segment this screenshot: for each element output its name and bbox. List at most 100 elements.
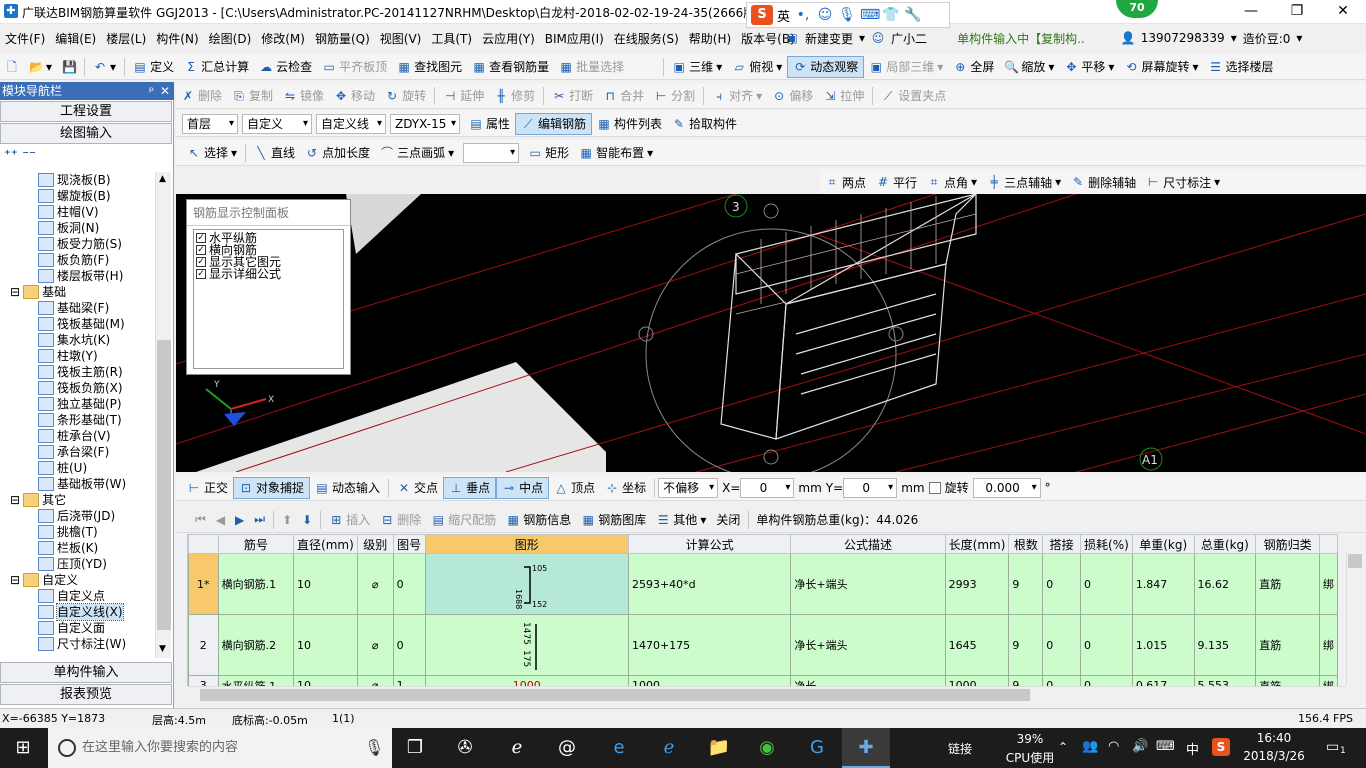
tree-item[interactable]: 承台梁(F) <box>2 444 154 460</box>
col-total[interactable]: 总重(kg) <box>1193 534 1257 554</box>
project-settings-button[interactable]: 工程设置 <box>0 101 172 122</box>
punctuation-icon[interactable]: •, <box>794 6 812 24</box>
select-button[interactable]: ↖ 选择 ▾ <box>182 142 242 164</box>
clock-time[interactable]: 16:40 <box>1242 731 1306 745</box>
scroll-down-icon[interactable]: ▼ <box>159 644 166 654</box>
tree-scrollbar[interactable]: ▲ ▼ <box>155 172 171 658</box>
move-down-button[interactable]: ⬇ <box>297 509 317 531</box>
rotate-checkbox[interactable] <box>928 481 941 494</box>
open-button[interactable]: 📂 ▾ <box>24 56 57 78</box>
prev-button[interactable]: ◀ <box>211 509 230 531</box>
col-count[interactable]: 根数 <box>1008 534 1044 554</box>
green-app-icon[interactable]: ◉ <box>754 736 780 760</box>
merge-button[interactable]: ⊓ 合并 <box>598 85 649 107</box>
select-floor-button[interactable]: ☰ 选择楼层 <box>1203 56 1278 78</box>
cost-text[interactable]: 造价豆:0 <box>1243 30 1291 47</box>
tree-item[interactable]: 自定义线(X) <box>2 603 154 621</box>
orbit-handle-top[interactable] <box>763 203 779 219</box>
col-grade[interactable]: 级别 <box>356 534 394 554</box>
two-point-button[interactable]: ⌗ 两点 <box>820 171 871 193</box>
dynamic-input-button[interactable]: ▤ 动态输入 <box>310 477 385 499</box>
tree-item[interactable]: 桩(U) <box>2 460 154 476</box>
align-button[interactable]: ⫞ 对齐 ▾ <box>707 85 767 107</box>
spiral-app-icon[interactable]: @ <box>554 736 580 760</box>
tree-item[interactable]: 现浇板(B) <box>2 172 154 188</box>
offset-button[interactable]: ⊙ 偏移 <box>767 85 818 107</box>
tree-group[interactable]: ⊟ 自定义 <box>2 572 154 588</box>
vertex-button[interactable]: △ 顶点 <box>549 477 600 499</box>
table-row[interactable]: 2 横向钢筋.2 10 ⌀ 0 1475 175 1470+175 净长+端头 … <box>188 614 1338 676</box>
skin-icon[interactable]: 👕 <box>882 6 900 24</box>
cloud-check-button[interactable]: ☁ 云检查 <box>254 56 317 78</box>
sogou-tray-icon[interactable]: S <box>1212 738 1230 756</box>
ggj-app-icon[interactable]: ✚ <box>853 736 879 760</box>
delete-axis-button[interactable]: ✎ 删除辅轴 <box>1066 171 1141 193</box>
insert-button[interactable]: ⊞ 插入 <box>324 509 375 531</box>
fan-app-icon[interactable]: ✇ <box>452 736 478 760</box>
other-button[interactable]: ☰ 其他 ▾ <box>651 509 711 531</box>
col-dia[interactable]: 直径(mm) <box>293 534 358 554</box>
keyboard-tray-icon[interactable]: ⌨ <box>1156 739 1175 754</box>
tree-item[interactable]: 筏板主筋(R) <box>2 364 154 380</box>
fullscreen-button[interactable]: ⊕ 全屏 <box>948 56 999 78</box>
drawing-canvas[interactable]: 3 A1 Y X <box>176 194 1366 472</box>
col-name[interactable]: 筋号 <box>217 534 295 554</box>
rotate-button[interactable]: ↻ 旋转 <box>380 85 431 107</box>
edge-icon[interactable]: e <box>606 736 632 760</box>
ime-indicator[interactable]: 中 <box>1186 739 1199 758</box>
rect-button[interactable]: ▭ 矩形 <box>523 142 574 164</box>
tray-expand-icon[interactable]: ⌃ <box>1058 740 1068 754</box>
menu-help[interactable]: 帮助(H) <box>684 30 736 47</box>
rebar-info-button[interactable]: ▦ 钢筋信息 <box>501 509 576 531</box>
grid-hscroll-thumb[interactable] <box>200 689 1030 701</box>
tree-item[interactable]: 基础梁(F) <box>2 300 154 316</box>
line-button[interactable]: ╲ 直线 <box>249 142 300 164</box>
menu-modify[interactable]: 修改(M) <box>256 30 310 47</box>
browser-e-icon[interactable]: ℯ <box>504 736 530 760</box>
close-button[interactable]: ✕ <box>1320 0 1366 24</box>
file-explorer-icon[interactable]: 📁 <box>706 736 732 760</box>
type-select[interactable]: 自定义 <box>242 113 312 134</box>
minimize-button[interactable]: — <box>1228 0 1274 24</box>
pan-button[interactable]: ✥ 平移 ▾ <box>1059 56 1119 78</box>
grid-delete-button[interactable]: ⊟ 删除 <box>375 509 426 531</box>
notification-icon[interactable]: ▭ <box>1326 739 1339 755</box>
col-len[interactable]: 长度(mm) <box>944 534 1010 554</box>
tree-item[interactable]: 桩承台(V) <box>2 428 154 444</box>
props-button[interactable]: ▤ 属性 <box>464 113 515 135</box>
task-view-icon[interactable]: ❐ <box>402 736 428 760</box>
arc-button[interactable]: ⌒ 三点画弧 ▾ <box>375 142 459 164</box>
tree-item[interactable]: 条形基础(T) <box>2 412 154 428</box>
scroll-thumb[interactable] <box>157 340 171 630</box>
find-button[interactable]: ▦ 查找图元 <box>392 56 467 78</box>
tree-group[interactable]: ⊟ 基础 <box>2 284 154 300</box>
table-row[interactable]: 1* 横向钢筋.1 10 ⌀ 0 105 1688 152 2593+40*d … <box>188 553 1338 615</box>
mic-icon[interactable]: 🎙 <box>364 738 384 757</box>
arc-mode-select[interactable] <box>463 142 520 163</box>
orbit-handle-left[interactable] <box>638 326 654 342</box>
coord-button[interactable]: ⊹ 坐标 <box>600 477 651 499</box>
menu-draw[interactable]: 绘图(D) <box>204 30 257 47</box>
ie-icon[interactable]: ℯ <box>656 736 682 760</box>
smart-layout-button[interactable]: ▦ 智能布置 ▾ <box>574 142 658 164</box>
checkbox-icon[interactable]: ✓ <box>196 269 206 279</box>
volume-icon[interactable]: 🔊 <box>1132 739 1148 754</box>
ortho-button[interactable]: ⊢ 正交 <box>182 477 233 499</box>
tree-item[interactable]: 板洞(N) <box>2 220 154 236</box>
menu-floor[interactable]: 楼层(L) <box>101 30 151 47</box>
stretch-button[interactable]: ⇲ 拉伸 <box>818 85 869 107</box>
extend-button[interactable]: ⊣ 延伸 <box>438 85 489 107</box>
drawing-input-button[interactable]: 绘图输入 <box>0 123 172 144</box>
tree-item[interactable]: 基础板带(W) <box>2 476 154 492</box>
ime-toolbar[interactable]: S 英 •, ☺ 🎙 ⌨ 👕 🔧 <box>746 2 950 28</box>
ime-lang[interactable]: 英 <box>777 6 790 25</box>
assistant-button[interactable]: 广小二 <box>891 30 927 47</box>
cb-formula[interactable]: ✓ 显示详细公式 <box>196 268 341 280</box>
col-loss[interactable]: 损耗(%) <box>1080 534 1133 554</box>
keyboard-icon[interactable]: ⌨ <box>860 6 880 24</box>
new-change-button[interactable]: 新建变更 <box>805 30 853 47</box>
tree-item[interactable]: 挑檐(T) <box>2 524 154 540</box>
menu-rebar[interactable]: 钢筋量(Q) <box>310 30 375 47</box>
split-button[interactable]: ⊢ 分割 <box>649 85 700 107</box>
tree-item[interactable]: 集水坑(K) <box>2 332 154 348</box>
